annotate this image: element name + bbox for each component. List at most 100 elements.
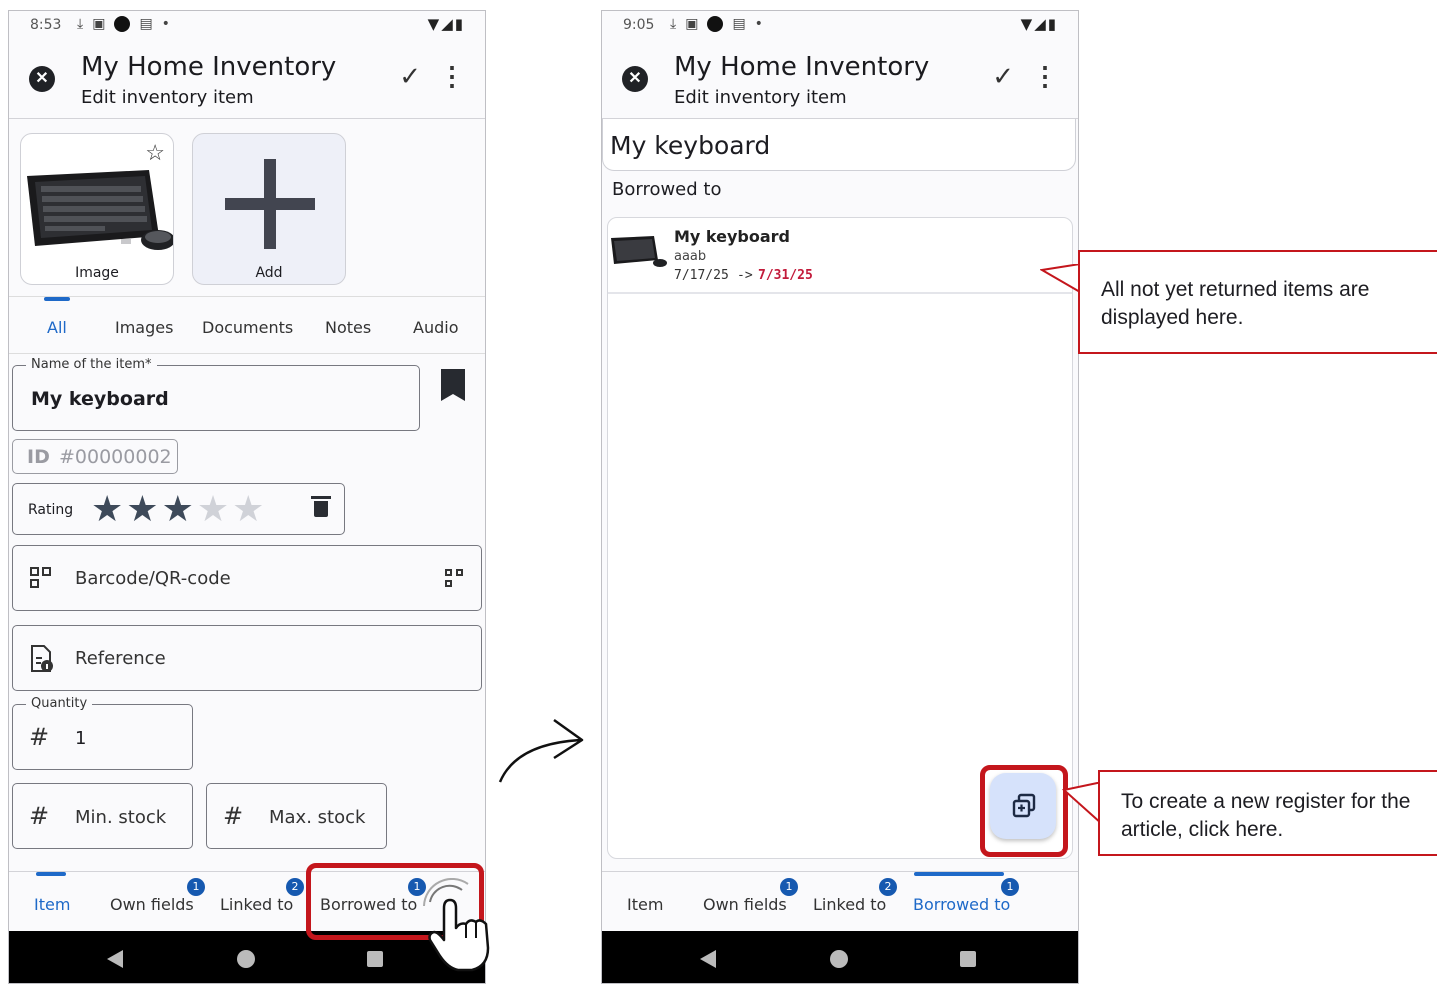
app-subtitle: Edit inventory item (81, 87, 254, 108)
max-stock-field[interactable]: # Max. stock (206, 783, 387, 849)
active-tab-indicator (44, 297, 70, 301)
status-time: 8:53 (30, 17, 62, 33)
borrowed-items-list: My keyboard aaab 7/17/25 -> 7/31/25 (607, 217, 1073, 859)
add-image-card[interactable]: Add (192, 133, 346, 285)
list-item[interactable]: My keyboard aaab 7/17/25 -> 7/31/25 (608, 218, 1072, 294)
nav-own-fields[interactable]: Own fields (110, 895, 194, 914)
nav-item[interactable]: Item (627, 895, 663, 914)
borrow-item-name: My keyboard (674, 227, 790, 246)
date-range-arrow: -> (737, 268, 753, 283)
nav-own-fields[interactable]: Own fields (703, 895, 787, 914)
app-title: My Home Inventory (674, 52, 930, 82)
download-icon: ⤓ (670, 16, 677, 32)
recents-icon[interactable] (960, 951, 976, 967)
borrow-date-from: 7/17/25 (674, 268, 729, 283)
item-title: My keyboard (610, 131, 771, 160)
add-card-label: Add (255, 265, 283, 281)
phone-screen-edit-item: 8:53 ⤓ ▣ ▤ • ▼◢▮ ✕ My Home Inventory Edi… (8, 10, 486, 984)
bookmark-icon[interactable] (441, 369, 465, 401)
tab-audio[interactable]: Audio (413, 318, 458, 337)
tab-documents[interactable]: Documents (202, 318, 293, 337)
reference-placeholder: Reference (75, 648, 166, 669)
sim-icon: ▤ (732, 16, 746, 32)
rating-label: Rating (28, 502, 74, 518)
phone-screen-borrowed-to: 9:05 ⤓ ▣ ▤ • ▼◢▮ ✕ My Home Inventory Edi… (601, 10, 1079, 984)
more-vert-icon[interactable]: ⋮ (439, 61, 465, 92)
tab-images[interactable]: Images (115, 318, 173, 337)
save-check-icon[interactable]: ✓ (992, 61, 1014, 92)
item-id-field: ID #00000002 (12, 439, 178, 474)
item-id-value: #00000002 (59, 446, 172, 468)
tab-all[interactable]: All (47, 318, 67, 337)
nav-linked-to[interactable]: Linked to (813, 895, 886, 914)
transition-arrow-icon (498, 718, 584, 783)
recents-icon[interactable] (367, 951, 383, 967)
active-nav-indicator (36, 872, 66, 876)
section-label-borrowed-to: Borrowed to (612, 179, 722, 200)
home-icon[interactable] (237, 950, 255, 968)
max-stock-placeholder: Max. stock (269, 807, 366, 828)
image-card[interactable]: ☆ Image (20, 133, 174, 285)
reference-field[interactable]: Reference (12, 625, 482, 691)
fab-highlight (980, 765, 1068, 857)
close-icon[interactable]: ✕ (29, 66, 55, 92)
nav-linked-to[interactable]: Linked to (220, 895, 293, 914)
borrow-date-to: 7/31/25 (758, 268, 813, 283)
star-empty-icon[interactable]: ★ (197, 489, 229, 529)
qr-scan-icon[interactable] (443, 567, 465, 589)
home-icon[interactable] (830, 950, 848, 968)
tap-hand-icon (423, 878, 490, 972)
status-notification-icons: ⤓ ▣ ▤ • (670, 16, 763, 32)
app-title: My Home Inventory (81, 52, 337, 82)
star-filled-icon[interactable]: ★ (126, 489, 158, 529)
record-icon (114, 16, 131, 32)
linked-to-badge: 2 (879, 878, 897, 896)
app-bar: ✕ My Home Inventory Edit inventory item … (602, 41, 1078, 119)
app-bar: ✕ My Home Inventory Edit inventory item … (9, 41, 485, 119)
bottom-navigation: Item Own fields 1 Linked to 2 Borrowed t… (602, 871, 1078, 931)
borrowed-to-badge: 1 (1001, 878, 1019, 896)
hash-icon: # (29, 723, 50, 751)
image-notification-icon: ▣ (685, 16, 699, 32)
tab-notes[interactable]: Notes (325, 318, 371, 337)
star-filled-icon[interactable]: ★ (91, 489, 123, 529)
download-icon: ⤓ (77, 16, 84, 32)
min-stock-field[interactable]: # Min. stock (12, 783, 193, 849)
own-fields-badge: 1 (780, 878, 798, 896)
nav-item[interactable]: Item (34, 895, 70, 914)
star-outline-icon[interactable]: ☆ (145, 140, 165, 166)
back-icon[interactable] (700, 950, 716, 968)
save-check-icon[interactable]: ✓ (399, 61, 421, 92)
hash-icon: # (29, 802, 50, 830)
quantity-field[interactable]: Quantity # 1 (12, 696, 193, 770)
more-notifications-icon: • (161, 16, 170, 32)
nav-borrowed-to[interactable]: Borrowed to (913, 895, 1010, 914)
item-name-label: Name of the item* (26, 357, 157, 372)
system-navigation-bar (602, 931, 1078, 983)
image-notification-icon: ▣ (92, 16, 106, 32)
item-name-field[interactable]: Name of the item* My keyboard (12, 357, 420, 431)
more-vert-icon[interactable]: ⋮ (1032, 61, 1058, 92)
close-icon[interactable]: ✕ (622, 66, 648, 92)
star-filled-icon[interactable]: ★ (162, 489, 194, 529)
back-icon[interactable] (107, 950, 123, 968)
signal-battery-icons: ▼◢▮ (1020, 15, 1058, 33)
barcode-field[interactable]: Barcode/QR-code (12, 545, 482, 611)
plus-icon (225, 159, 315, 249)
quantity-label: Quantity (26, 696, 93, 711)
status-bar: 9:05 ⤓ ▣ ▤ • ▼◢▮ (602, 11, 1078, 41)
rating-stars: ★ ★ ★ ★ ★ (91, 489, 264, 529)
rating-field: Rating ★ ★ ★ ★ ★ (12, 483, 345, 535)
linked-to-badge: 2 (286, 878, 304, 896)
media-tabs: All Images Documents Notes Audio (9, 296, 485, 354)
status-notification-icons: ⤓ ▣ ▤ • (77, 16, 170, 32)
trash-icon[interactable] (311, 496, 331, 518)
qr-code-icon (30, 567, 52, 589)
star-empty-icon[interactable]: ★ (232, 489, 264, 529)
status-bar: 8:53 ⤓ ▣ ▤ • ▼◢▮ (9, 11, 485, 41)
item-name-value: My keyboard (31, 388, 169, 410)
callout-top-pointer (1040, 264, 1082, 294)
status-time: 9:05 (623, 17, 655, 33)
keyboard-thumbnail (611, 236, 667, 267)
callout-bottom: To create a new register for the article… (1098, 770, 1437, 856)
